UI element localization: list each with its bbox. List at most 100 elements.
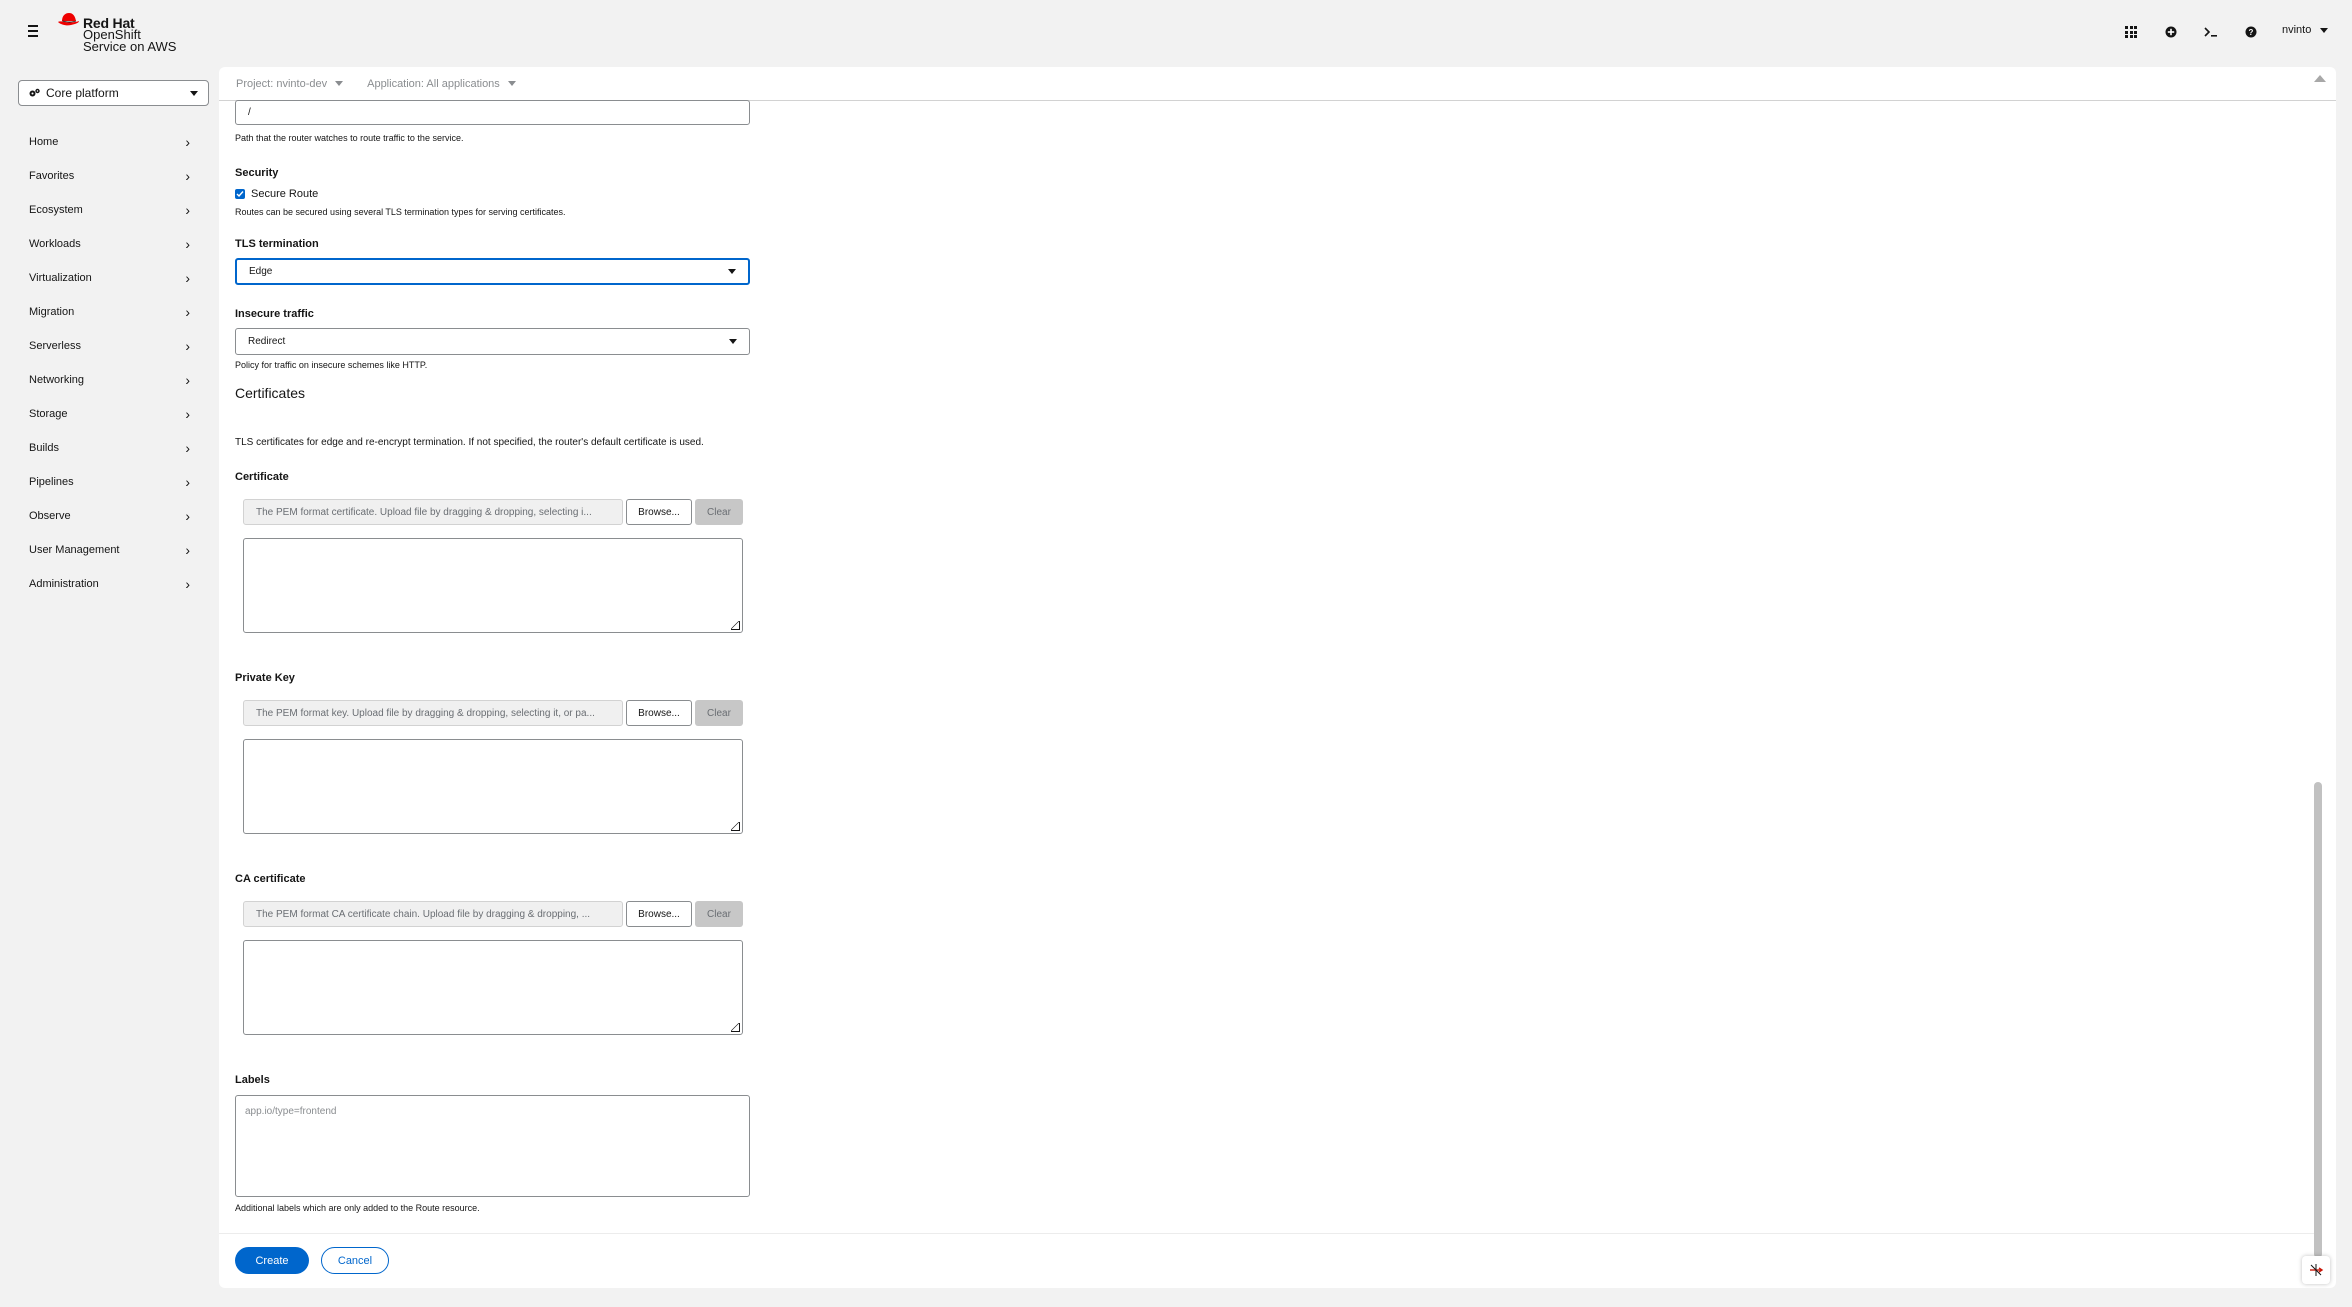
- sidebar-item-home[interactable]: Home ›: [0, 125, 210, 159]
- insecure-traffic-select[interactable]: Redirect: [235, 328, 750, 355]
- sidebar-item-migration[interactable]: Migration ›: [0, 295, 210, 329]
- tls-termination-select[interactable]: Edge: [235, 258, 750, 285]
- quick-action-icon[interactable]: [2302, 1256, 2330, 1284]
- sidebar-item-storage[interactable]: Storage ›: [0, 397, 210, 431]
- sidebar-item-label: Observe: [29, 510, 71, 522]
- sidebar-item-networking[interactable]: Networking ›: [0, 363, 210, 397]
- chevron-right-icon: ›: [185, 236, 190, 252]
- sidebar-nav: Home › Favorites › Ecosystem › Workloads › V…: [0, 125, 210, 601]
- certificate-filename-input[interactable]: The PEM format certificate. Upload file …: [243, 499, 623, 525]
- private-key-clear-button: Clear: [695, 700, 743, 726]
- help-icon[interactable]: ?: [2241, 22, 2261, 42]
- application-selector[interactable]: Application: All applications: [367, 78, 516, 90]
- masthead: Red Hat OpenShift Service on AWS ? nvint…: [0, 0, 2352, 64]
- private-key-label: Private Key: [235, 672, 295, 684]
- private-key-textarea[interactable]: [243, 739, 743, 834]
- sidebar-item-builds[interactable]: Builds ›: [0, 431, 210, 465]
- certificate-clear-button: Clear: [695, 499, 743, 525]
- chevron-right-icon: ›: [185, 474, 190, 490]
- sidebar-item-virtualization[interactable]: Virtualization ›: [0, 261, 210, 295]
- ca-certificate-browse-button[interactable]: Browse...: [626, 901, 692, 927]
- sidebar-item-label: Migration: [29, 306, 75, 318]
- sidebar-item-label: Pipelines: [29, 476, 74, 488]
- private-key-file-upload: The PEM format key. Upload file by dragg…: [243, 700, 743, 726]
- chevron-right-icon: ›: [185, 270, 190, 286]
- form-footer-divider: [219, 1233, 2319, 1234]
- certificate-browse-button[interactable]: Browse...: [626, 499, 692, 525]
- certificate-textarea[interactable]: [243, 538, 743, 633]
- chevron-right-icon: ›: [185, 338, 190, 354]
- sidebar-item-label: Virtualization: [29, 272, 92, 284]
- chevron-right-icon: ›: [185, 304, 190, 320]
- labels-label: Labels: [235, 1074, 270, 1086]
- scrollbar[interactable]: [2311, 75, 2326, 1265]
- scrollbar-thumb[interactable]: [2314, 782, 2322, 1258]
- sidebar-item-label: Builds: [29, 442, 59, 454]
- sidebar-item-label: Storage: [29, 408, 68, 420]
- checkbox-checked-icon: [235, 189, 245, 199]
- brand-logo[interactable]: Red Hat OpenShift Service on AWS: [58, 12, 198, 54]
- private-key-filename-input[interactable]: The PEM format key. Upload file by dragg…: [243, 700, 623, 726]
- sidebar-item-favorites[interactable]: Favorites ›: [0, 159, 210, 193]
- insecure-traffic-label: Insecure traffic: [235, 308, 314, 320]
- ca-certificate-clear-button: Clear: [695, 901, 743, 927]
- chevron-right-icon: ›: [185, 202, 190, 218]
- path-input[interactable]: /: [235, 100, 750, 125]
- red-hat-logo-icon: [58, 13, 79, 26]
- caret-down-icon: [190, 90, 198, 96]
- perspective-switcher[interactable]: Core platform: [18, 80, 209, 106]
- chevron-right-icon: ›: [185, 440, 190, 456]
- sidebar-item-pipelines[interactable]: Pipelines ›: [0, 465, 210, 499]
- certificates-heading: Certificates: [235, 385, 306, 401]
- chevron-right-icon: ›: [185, 508, 190, 524]
- security-label: Security: [235, 167, 279, 179]
- tls-termination-label: TLS termination: [235, 238, 319, 250]
- tls-termination-value: Edge: [249, 266, 273, 277]
- plus-circle-icon[interactable]: [2161, 22, 2181, 42]
- sidebar-item-workloads[interactable]: Workloads ›: [0, 227, 210, 261]
- chevron-right-icon: ›: [185, 576, 190, 592]
- terminal-icon[interactable]: [2201, 22, 2221, 42]
- caret-down-icon: [507, 81, 516, 86]
- secure-route-help-text: Routes can be secured using several TLS …: [235, 207, 566, 217]
- sidebar-item-serverless[interactable]: Serverless ›: [0, 329, 210, 363]
- sidebar-item-label: Networking: [29, 374, 85, 386]
- labels-input[interactable]: app.io/type=frontend: [235, 1095, 750, 1197]
- hamburger-menu-icon[interactable]: [24, 22, 42, 40]
- caret-down-icon: [728, 269, 736, 274]
- certificate-file-upload: The PEM format certificate. Upload file …: [243, 499, 743, 525]
- sidebar-item-administration[interactable]: Administration ›: [0, 567, 210, 601]
- sidebar-item-user-management[interactable]: User Management ›: [0, 533, 210, 567]
- sidebar-item-label: Workloads: [29, 238, 81, 250]
- main-content: Project: nvinto-dev Application: All app…: [219, 67, 2336, 1288]
- sidebar-item-observe[interactable]: Observe ›: [0, 499, 210, 533]
- certificate-label: Certificate: [235, 471, 289, 483]
- chevron-right-icon: ›: [185, 542, 190, 558]
- ca-certificate-filename-input[interactable]: The PEM format CA certificate chain. Upl…: [243, 901, 623, 927]
- insecure-traffic-value: Redirect: [248, 336, 286, 347]
- context-bar: Project: nvinto-dev Application: All app…: [219, 67, 2336, 101]
- grid-icon[interactable]: [2121, 22, 2141, 42]
- sidebar-item-label: Administration: [29, 578, 99, 590]
- scroll-up-arrow-icon[interactable]: [2314, 75, 2326, 82]
- secure-route-checkbox[interactable]: Secure Route: [235, 188, 318, 200]
- certificates-description: TLS certificates for edge and re-encrypt…: [235, 437, 704, 448]
- ca-certificate-textarea[interactable]: [243, 940, 743, 1035]
- labels-placeholder: app.io/type=frontend: [245, 1106, 337, 1117]
- sidebar-item-label: User Management: [29, 544, 120, 556]
- create-button[interactable]: Create: [235, 1247, 309, 1274]
- private-key-browse-button[interactable]: Browse...: [626, 700, 692, 726]
- cogs-icon: [29, 88, 40, 97]
- sidebar-item-label: Home: [29, 136, 59, 148]
- chevron-right-icon: ›: [185, 134, 190, 150]
- caret-down-icon: [729, 339, 737, 344]
- project-selector[interactable]: Project: nvinto-dev: [236, 78, 344, 90]
- caret-down-icon: [335, 81, 344, 86]
- sidebar-item-ecosystem[interactable]: Ecosystem ›: [0, 193, 210, 227]
- perspective-label: Core platform: [46, 86, 119, 100]
- user-menu[interactable]: nvinto: [2282, 24, 2329, 36]
- cancel-button[interactable]: Cancel: [321, 1247, 389, 1274]
- ca-certificate-label: CA certificate: [235, 873, 306, 885]
- sidebar-item-label: Favorites: [29, 170, 75, 182]
- user-name: nvinto: [2282, 24, 2312, 36]
